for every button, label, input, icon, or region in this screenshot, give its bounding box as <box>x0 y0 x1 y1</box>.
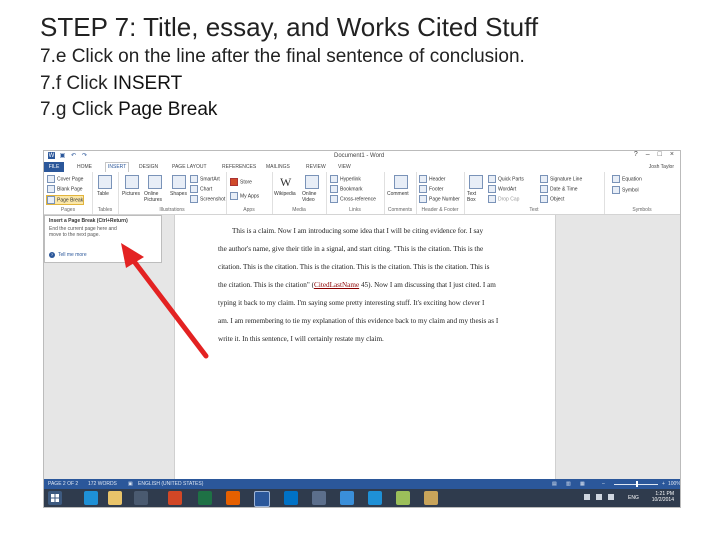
red-arrow-shaft <box>127 253 209 359</box>
red-arrow-head <box>121 243 144 268</box>
red-arrow-annotation <box>121 243 209 359</box>
